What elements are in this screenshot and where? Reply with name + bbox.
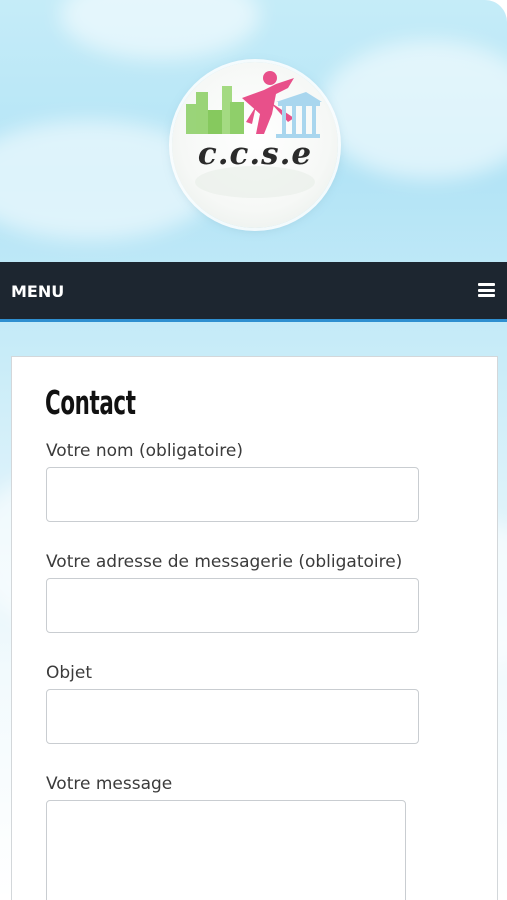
site-logo[interactable]: c.c.s.e xyxy=(172,62,338,228)
message-textarea[interactable] xyxy=(46,800,406,900)
page-frame: c.c.s.e MENU Contact Votre nom (obligato… xyxy=(0,0,507,900)
email-label: Votre adresse de messagerie (obligatoire… xyxy=(46,552,403,572)
contact-form-panel: Contact Votre nom (obligatoire) Votre ad… xyxy=(11,356,498,900)
site-header: c.c.s.e xyxy=(0,0,507,262)
subject-label: Objet xyxy=(46,663,93,683)
message-label: Votre message xyxy=(46,774,173,794)
page-title: Contact xyxy=(45,383,136,422)
hamburger-icon[interactable] xyxy=(478,283,495,297)
menu-label[interactable]: MENU xyxy=(11,282,64,301)
main-navigation: MENU xyxy=(0,262,507,322)
logo-text: c.c.s.e xyxy=(197,136,313,172)
subject-input[interactable] xyxy=(46,689,419,744)
email-input[interactable] xyxy=(46,578,419,633)
name-input[interactable] xyxy=(46,467,419,522)
name-label: Votre nom (obligatoire) xyxy=(46,441,243,461)
